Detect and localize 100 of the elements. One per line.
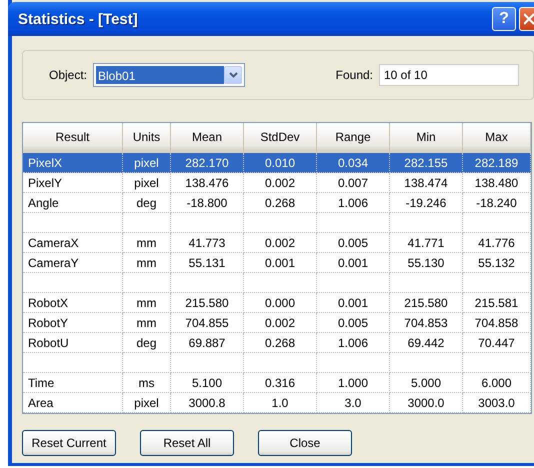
column-header[interactable]: Range bbox=[317, 123, 390, 153]
table-cell: 704.855 bbox=[171, 313, 244, 333]
table-cell: 138.480 bbox=[463, 173, 531, 193]
table-cell: 41.776 bbox=[463, 233, 531, 253]
table-row[interactable] bbox=[23, 353, 531, 373]
table-cell: 0.005 bbox=[317, 233, 390, 253]
table-cell: 55.130 bbox=[390, 253, 463, 273]
table-cell: 215.580 bbox=[171, 293, 244, 313]
table-row[interactable]: Time ms 5.100 0.316 1.000 5.000 6.000 bbox=[23, 373, 531, 393]
table-cell: 704.853 bbox=[390, 313, 463, 333]
table-cell: 3.0 bbox=[317, 393, 390, 413]
column-header[interactable]: Min bbox=[390, 123, 463, 153]
table-cell: pixel bbox=[123, 393, 171, 413]
table-row[interactable]: PixelY pixel 138.476 0.002 0.007 138.474 138.480 bbox=[23, 173, 531, 193]
table-cell: 704.858 bbox=[463, 313, 531, 333]
table-cell: deg bbox=[123, 333, 171, 353]
table-cell: 41.771 bbox=[390, 233, 463, 253]
table-cell: 0.268 bbox=[244, 193, 317, 213]
table-row[interactable]: RobotY mm 704.855 0.002 0.005 704.853 704.858 bbox=[23, 313, 531, 333]
table-cell: Area bbox=[23, 393, 123, 413]
table-cell: mm bbox=[123, 253, 171, 273]
help-button[interactable]: ? bbox=[492, 7, 516, 31]
close-icon bbox=[524, 13, 534, 25]
table-cell: 0.034 bbox=[317, 153, 390, 173]
dialog-button[interactable]: Close bbox=[258, 430, 352, 456]
found-field[interactable]: 10 of 10 bbox=[379, 64, 519, 86]
table-cell: PixelY bbox=[23, 173, 123, 193]
table-row[interactable]: Area pixel 3000.8 1.0 3.0 3000.0 3003.0 bbox=[23, 393, 531, 413]
table-cell: PixelX bbox=[23, 153, 123, 173]
table-row[interactable]: RobotU deg 69.887 0.268 1.006 69.442 70.447 bbox=[23, 333, 531, 353]
table-row[interactable]: CameraY mm 55.131 0.001 0.001 55.130 55.132 bbox=[23, 253, 531, 273]
close-button[interactable] bbox=[519, 7, 534, 31]
table-cell: 69.887 bbox=[171, 333, 244, 353]
table-cell: 3000.0 bbox=[390, 393, 463, 413]
table-cell: RobotY bbox=[23, 313, 123, 333]
table-cell: Time bbox=[23, 373, 123, 393]
table-cell: 1.006 bbox=[317, 193, 390, 213]
column-header[interactable]: Result bbox=[23, 123, 123, 153]
table-cell: 282.155 bbox=[390, 153, 463, 173]
table-cell: deg bbox=[123, 193, 171, 213]
table-row[interactable] bbox=[23, 213, 531, 233]
table-cell: 1.0 bbox=[244, 393, 317, 413]
table-cell: 138.476 bbox=[171, 173, 244, 193]
table-cell: 5.000 bbox=[390, 373, 463, 393]
table-cell: 69.442 bbox=[390, 333, 463, 353]
table-cell: 3003.0 bbox=[463, 393, 531, 413]
column-header[interactable]: StdDev bbox=[244, 123, 317, 153]
table-cell: 55.131 bbox=[171, 253, 244, 273]
table-cell: 0.007 bbox=[317, 173, 390, 193]
dialog-button[interactable]: Reset Current bbox=[22, 430, 116, 456]
table-cell: 0.001 bbox=[317, 293, 390, 313]
table-cell: 0.001 bbox=[244, 253, 317, 273]
object-label: Object: bbox=[49, 68, 88, 82]
table-row[interactable]: Angle deg -18.800 0.268 1.006 -19.246 -18.240 bbox=[23, 193, 531, 213]
table-cell: -18.800 bbox=[171, 193, 244, 213]
table-cell: 215.580 bbox=[390, 293, 463, 313]
table-cell: 1.006 bbox=[317, 333, 390, 353]
table-cell: 0.268 bbox=[244, 333, 317, 353]
table-cell: 282.189 bbox=[463, 153, 531, 173]
table-cell: 0.002 bbox=[244, 233, 317, 253]
table-row[interactable] bbox=[23, 273, 531, 293]
found-label: Found: bbox=[336, 68, 373, 82]
table-cell: 0.005 bbox=[317, 313, 390, 333]
dropdown-button[interactable] bbox=[224, 66, 242, 84]
table-cell: 3000.8 bbox=[171, 393, 244, 413]
table-cell: 1.000 bbox=[317, 373, 390, 393]
window-title: Statistics - [Test] bbox=[18, 10, 139, 28]
table-cell: 215.581 bbox=[463, 293, 531, 313]
column-header[interactable]: Units bbox=[123, 123, 171, 153]
table-cell: 55.132 bbox=[463, 253, 531, 273]
table-cell: RobotU bbox=[23, 333, 123, 353]
table-cell: 0.002 bbox=[244, 313, 317, 333]
column-header[interactable]: Mean bbox=[171, 123, 244, 153]
table-row[interactable]: RobotX mm 215.580 0.000 0.001 215.580 215.581 bbox=[23, 293, 531, 313]
table-cell: 70.447 bbox=[463, 333, 531, 353]
table-cell: 5.100 bbox=[171, 373, 244, 393]
object-dropdown[interactable]: Blob01 bbox=[93, 63, 246, 87]
table-cell: CameraY bbox=[23, 253, 123, 273]
table-cell: pixel bbox=[123, 153, 171, 173]
table-cell: CameraX bbox=[23, 233, 123, 253]
dialog-button[interactable]: Reset All bbox=[140, 430, 234, 456]
table-cell: pixel bbox=[123, 173, 171, 193]
table-cell: -19.246 bbox=[390, 193, 463, 213]
table-cell: mm bbox=[123, 293, 171, 313]
table-cell: 6.000 bbox=[463, 373, 531, 393]
table-cell: Angle bbox=[23, 193, 123, 213]
table-cell: mm bbox=[123, 313, 171, 333]
table-cell: 0.002 bbox=[244, 173, 317, 193]
table-cell: 41.773 bbox=[171, 233, 244, 253]
object-value: Blob01 bbox=[96, 66, 224, 84]
table-cell: RobotX bbox=[23, 293, 123, 313]
column-header[interactable]: Max bbox=[463, 123, 531, 153]
table-cell: -18.240 bbox=[463, 193, 531, 213]
table-cell: 0.000 bbox=[244, 293, 317, 313]
table-row[interactable]: CameraX mm 41.773 0.002 0.005 41.771 41.776 bbox=[23, 233, 531, 253]
table-cell: 0.001 bbox=[317, 253, 390, 273]
table-cell: 0.010 bbox=[244, 153, 317, 173]
selected-row[interactable]: PixelX pixel 282.170 0.010 0.034 282.155 282.189 bbox=[23, 153, 531, 173]
table-cell: ms bbox=[123, 373, 171, 393]
table-cell: mm bbox=[123, 233, 171, 253]
